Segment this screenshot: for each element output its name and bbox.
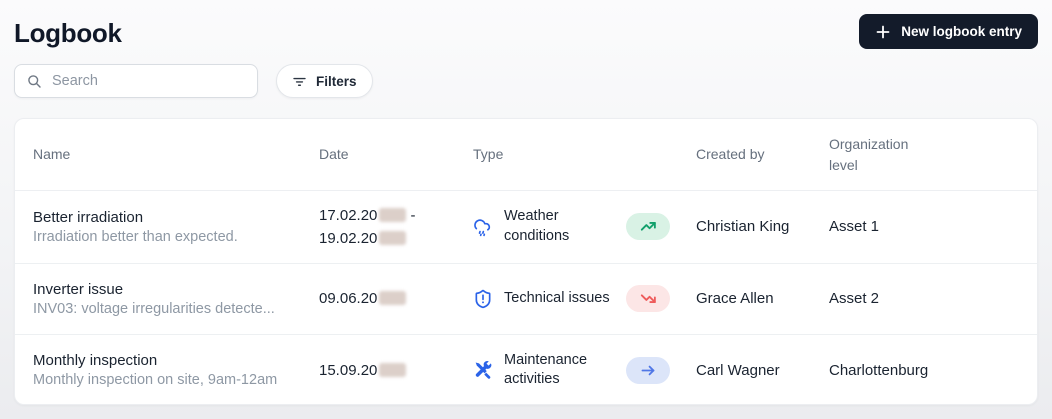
name-cell: Inverter issue INV03: voltage irregulari… (33, 281, 319, 317)
search-icon (27, 74, 42, 89)
entry-description: INV03: voltage irregularities detecte... (33, 301, 319, 317)
date-cell: 17.02.20 -19.02.20 (319, 204, 473, 251)
entry-name: Better irradiation (33, 209, 319, 226)
created-by: Grace Allen (696, 290, 829, 307)
trend-up-icon (640, 218, 657, 235)
search-input[interactable] (52, 73, 245, 89)
page-title: Logbook (14, 14, 122, 49)
trend-cell (626, 357, 696, 384)
toolbar: Filters (14, 64, 1038, 98)
table-header-row: Name Date Type Created by Organization l… (15, 119, 1037, 191)
type-label: Weather conditions (504, 207, 620, 246)
plus-icon (875, 24, 891, 40)
trend-down-icon (640, 290, 657, 307)
column-header-created-by: Created by (696, 144, 829, 164)
redacted-date-fragment (379, 231, 406, 245)
filter-icon (292, 74, 307, 89)
redacted-date-fragment (379, 363, 406, 377)
type-cell: Technical issues (473, 289, 626, 309)
new-logbook-entry-label: New logbook entry (901, 24, 1022, 39)
new-logbook-entry-button[interactable]: New logbook entry (859, 14, 1038, 49)
type-label: Technical issues (504, 289, 610, 309)
arrow-right-icon (640, 362, 657, 379)
entry-description: Irradiation better than expected. (33, 229, 319, 245)
name-cell: Better irradiation Irradiation better th… (33, 209, 319, 245)
type-cell: Weather conditions (473, 207, 626, 246)
created-by: Christian King (696, 218, 829, 235)
top-bar: Logbook New logbook entry (14, 14, 1038, 64)
entry-description: Monthly inspection on site, 9am-12am (33, 372, 319, 388)
type-cell: Maintenance activities (473, 351, 626, 390)
shield-alert-icon (473, 289, 493, 309)
trend-cell (626, 213, 696, 240)
entry-name: Monthly inspection (33, 352, 319, 369)
date-cell: 15.09.20 (319, 359, 473, 382)
column-header-name: Name (33, 144, 319, 164)
trend-cell (626, 285, 696, 312)
search-box[interactable] (14, 64, 258, 98)
organization-level: Asset 1 (829, 218, 1019, 235)
tools-icon (473, 360, 493, 380)
column-header-organization-level: Organization level (829, 134, 924, 175)
name-cell: Monthly inspection Monthly inspection on… (33, 352, 319, 388)
column-header-date: Date (319, 144, 473, 164)
logbook-page: Logbook New logbook entry Filters Name D… (0, 0, 1052, 405)
trend-neutral-badge (626, 357, 670, 384)
table-row[interactable]: Monthly inspection Monthly inspection on… (15, 334, 1037, 405)
trend-up-badge (626, 213, 670, 240)
type-label: Maintenance activities (504, 351, 620, 390)
table-row[interactable]: Better irradiation Irradiation better th… (15, 191, 1037, 263)
created-by: Carl Wagner (696, 362, 829, 379)
column-header-type: Type (473, 144, 696, 164)
date-cell: 09.06.20 (319, 287, 473, 310)
organization-level: Charlottenburg (829, 362, 1019, 379)
filters-button[interactable]: Filters (276, 64, 373, 98)
cloud-drizzle-icon (473, 217, 493, 237)
redacted-date-fragment (379, 208, 406, 222)
table-row[interactable]: Inverter issue INV03: voltage irregulari… (15, 263, 1037, 335)
redacted-date-fragment (379, 291, 406, 305)
filters-label: Filters (316, 74, 357, 89)
organization-level: Asset 2 (829, 290, 1019, 307)
table-body: Better irradiation Irradiation better th… (15, 191, 1037, 405)
trend-down-badge (626, 285, 670, 312)
entry-name: Inverter issue (33, 281, 319, 298)
logbook-table-card: Name Date Type Created by Organization l… (14, 118, 1038, 405)
